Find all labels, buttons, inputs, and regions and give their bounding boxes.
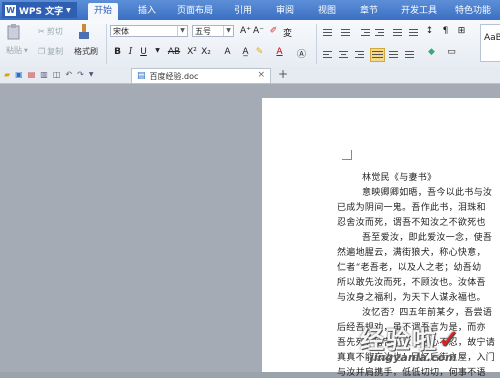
tab-insert[interactable]: 插入 [132, 3, 162, 20]
underline-icon[interactable]: U [138, 47, 149, 57]
document-line: 与汝身之福利，为天下人谋永福也。 [337, 293, 486, 303]
print-preview-icon[interactable]: ◫ [53, 70, 61, 79]
watermark-logo: 经验啦✓ [360, 325, 462, 355]
tab-special-features[interactable]: 特色功能 [450, 3, 496, 20]
undo-icon[interactable]: ↶ [65, 70, 72, 79]
customize-chevron-icon[interactable]: ▼ [89, 71, 94, 78]
scissors-icon: ✂ [38, 27, 45, 36]
tab-chapter[interactable]: 章节 [354, 3, 384, 20]
format-painter-button[interactable]: 格式刷 [74, 46, 98, 57]
chevron-down-icon: ▼ [66, 6, 71, 14]
wps-logo-icon: W [5, 4, 16, 16]
cut-button[interactable]: ✂ 剪切 [38, 26, 63, 37]
chevron-down-icon: ▼ [24, 47, 28, 54]
shading-icon[interactable]: ◆ [426, 47, 437, 57]
char-border-icon[interactable]: Ⓐ [296, 47, 307, 60]
paste-icon [6, 24, 22, 40]
tab-page-layout[interactable]: 页面布局 [172, 3, 218, 20]
justify-icon[interactable] [370, 48, 385, 62]
document-title-line: 林觉民《与妻书》 [362, 173, 437, 183]
bullet-list-icon[interactable] [322, 27, 333, 37]
ribbon: 粘贴 ▼ ✂ 剪切 ❐ 复制 格式刷 宋体 ▼ 五号 ▼ A⁺ A⁻ ✐ 変 B… [0, 20, 500, 68]
clear-format-icon[interactable]: ✐ [268, 26, 279, 36]
quick-access-toolbar: ▰ ▣ ▤ ▥ ◫ ↶ ↷ ▼ [4, 70, 93, 79]
table-border-icon[interactable]: ⊞ [456, 26, 467, 36]
margin-corner-mark [342, 150, 352, 160]
chevron-down-icon: ▼ [177, 26, 187, 36]
document-icon: ▤ [137, 71, 146, 81]
numbered-list-icon[interactable] [340, 27, 351, 37]
document-line: 仁者“老吾老，以及人之老；幼吾幼 [337, 263, 482, 273]
document-tab-bar: ▰ ▣ ▤ ▥ ◫ ↶ ↷ ▼ ▤ 百度经验.doc × + [0, 67, 500, 84]
document-line: 忍舍汝而死，谓吾不知汝之不欲死也 [337, 218, 486, 228]
superscript-icon[interactable]: X² [186, 47, 198, 57]
document-line: 已成为阴间一鬼。吾作此书，泪珠和 [337, 203, 486, 213]
align-center-icon[interactable] [338, 49, 349, 59]
ribbon-divider [316, 24, 317, 64]
char-shading-icon[interactable]: A̲ [240, 47, 251, 57]
app-menu-button[interactable]: W WPS 文字 ▼ [2, 2, 77, 18]
document-line: 所以敢先汝而死，不顾汝也。汝体吾 [337, 278, 486, 288]
watermark-url: jingyanla.com [370, 351, 457, 364]
bold-icon[interactable]: B [112, 47, 123, 57]
sort-icon[interactable]: ↕ [424, 26, 435, 36]
tab-home[interactable]: 开始 [88, 3, 118, 20]
new-tab-icon[interactable]: + [278, 67, 288, 81]
border-icon[interactable]: ▭ [446, 47, 457, 57]
open-folder-icon[interactable]: ▰ [4, 70, 10, 79]
chinese-layout-icon[interactable] [392, 27, 403, 37]
ribbon-divider [106, 24, 107, 64]
chevron-down-icon[interactable]: ▼ [152, 47, 163, 54]
align-right-icon[interactable] [354, 49, 365, 59]
align-left-icon[interactable] [322, 49, 333, 59]
tab-view[interactable]: 视图 [312, 3, 342, 20]
highlight-icon[interactable]: ✎ [254, 47, 265, 57]
document-line: 意映卿卿如晤，吾今以此书与汝 [362, 188, 493, 198]
increase-indent-icon[interactable] [374, 27, 385, 37]
column-icon[interactable] [404, 49, 415, 59]
subscript-icon[interactable]: X₂ [200, 47, 212, 57]
brush-icon [76, 24, 92, 40]
grow-font-icon[interactable]: A⁺ [240, 26, 251, 36]
redo-icon[interactable]: ↷ [77, 70, 84, 79]
tab-developer[interactable]: 开发工具 [396, 3, 442, 20]
phonetic-icon[interactable]: 変 [282, 26, 293, 39]
style-gallery[interactable]: AaBb [480, 24, 500, 62]
text-effect-icon[interactable]: A [222, 47, 233, 57]
italic-icon[interactable]: I [125, 47, 136, 57]
document-tab[interactable]: ▤ 百度经验.doc × [131, 68, 271, 83]
export-pdf-icon[interactable]: ▤ [28, 70, 36, 79]
print-icon[interactable]: ▥ [40, 70, 48, 79]
shrink-font-icon[interactable]: A⁻ [253, 26, 264, 36]
distributed-icon[interactable] [388, 49, 399, 59]
close-tab-icon[interactable]: × [257, 70, 265, 80]
show-marks-icon[interactable]: ¶ [440, 26, 451, 36]
copy-icon: ❐ [38, 47, 46, 56]
chevron-down-icon: ▼ [223, 26, 233, 36]
menu-bar: W WPS 文字 ▼ 开始 插入 页面布局 引用 审阅 视图 章节 开发工具 特… [0, 0, 500, 20]
save-icon[interactable]: ▣ [15, 70, 23, 79]
strikethrough-icon[interactable]: AB [166, 47, 182, 57]
tab-references[interactable]: 引用 [228, 3, 258, 20]
document-line: 然遍地腥云，满街狼犬，称心快意， [337, 248, 486, 258]
paste-button[interactable]: 粘贴 ▼ [6, 45, 28, 56]
font-size-select[interactable]: 五号 ▼ [192, 25, 234, 37]
document-line: 吾至爱汝，即此爱汝一念，使吾 [362, 233, 493, 243]
app-title: WPS 文字 [19, 6, 64, 17]
copy-button[interactable]: ❐ 复制 [38, 46, 63, 57]
font-name-select[interactable]: 宋体 ▼ [110, 25, 188, 37]
decrease-indent-icon[interactable] [360, 27, 371, 37]
font-color-icon[interactable]: A [274, 47, 285, 57]
line-spacing-icon[interactable] [408, 27, 419, 37]
document-line: 汝忆否？四五年前某夕，吾尝语 [362, 308, 493, 318]
document-tab-title: 百度经验.doc [149, 71, 199, 81]
tab-review[interactable]: 审阅 [270, 3, 300, 20]
